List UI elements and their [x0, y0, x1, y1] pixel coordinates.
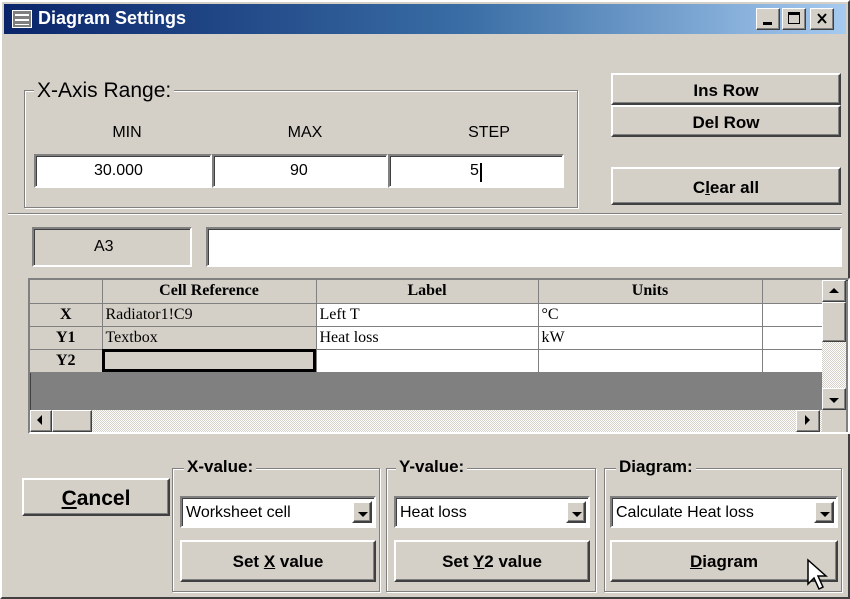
- step-label: STEP: [468, 124, 510, 141]
- grid-header-row: Cell Reference Label Units: [30, 280, 823, 304]
- corner-cell: [30, 280, 103, 304]
- grid-cell[interactable]: [762, 326, 823, 350]
- diagram-dropdown-button[interactable]: [814, 501, 834, 523]
- x-axis-range-group: [24, 90, 578, 208]
- column-header[interactable]: Cell Reference: [102, 280, 317, 304]
- minimize-button[interactable]: [756, 8, 780, 30]
- clear-all-button[interactable]: Clear all: [611, 167, 841, 205]
- grid-cell[interactable]: Left T: [316, 303, 539, 327]
- x-value-dropdown-button[interactable]: [352, 501, 372, 523]
- grid-cell[interactable]: Heat loss: [316, 326, 539, 350]
- section-divider: [8, 213, 842, 215]
- del-row-button[interactable]: Del Row: [611, 105, 841, 137]
- grid-table: Cell Reference Label Units X Radiator1!C…: [30, 280, 823, 373]
- cell-name-box: A3: [32, 227, 192, 267]
- min-label: MIN: [112, 124, 142, 141]
- arrow-down-icon: [829, 398, 839, 403]
- step-input[interactable]: 5: [388, 154, 564, 188]
- window-title: Diagram Settings: [38, 8, 187, 28]
- column-header[interactable]: Label: [316, 280, 539, 304]
- grid-cell[interactable]: °C: [538, 303, 763, 327]
- horizontal-scroll-thumb[interactable]: [52, 410, 92, 432]
- grid-cell[interactable]: [762, 349, 823, 373]
- arrow-left-icon: [37, 415, 42, 425]
- scroll-left-button[interactable]: [30, 410, 52, 432]
- maximize-icon: [788, 12, 800, 24]
- x-value-select[interactable]: Worksheet cell: [180, 496, 376, 528]
- max-label: MAX: [287, 124, 323, 141]
- chevron-down-icon: [572, 512, 582, 517]
- scroll-right-button[interactable]: [796, 410, 820, 432]
- vertical-scroll-thumb[interactable]: [822, 302, 846, 342]
- cell-content-input[interactable]: [206, 227, 842, 267]
- close-button[interactable]: [810, 8, 834, 30]
- data-grid: Cell Reference Label Units X Radiator1!C…: [28, 278, 850, 434]
- y-value-dropdown-button[interactable]: [566, 501, 586, 523]
- scrollbar-corner: [822, 410, 846, 432]
- max-input[interactable]: 90: [212, 154, 388, 188]
- diagram-label: Diagram:: [616, 457, 696, 477]
- grid-cell[interactable]: Radiator1!C9: [102, 303, 317, 327]
- row-header[interactable]: Y1: [30, 326, 103, 350]
- column-header-empty: [762, 280, 823, 304]
- y-value-label: Y-value:: [396, 457, 468, 477]
- arrow-right-icon: [805, 415, 810, 425]
- grid-cell[interactable]: kW: [538, 326, 763, 350]
- diagram-select[interactable]: Calculate Heat loss: [610, 496, 838, 528]
- y-value-select[interactable]: Heat loss: [394, 496, 590, 528]
- grid-cell[interactable]: [316, 349, 539, 373]
- maximize-button[interactable]: [782, 8, 806, 30]
- grid-cell[interactable]: [762, 303, 823, 327]
- table-row: X Radiator1!C9 Left T °C: [30, 303, 823, 327]
- vertical-scrollbar[interactable]: [822, 280, 846, 410]
- cancel-button[interactable]: Cancel: [22, 478, 170, 516]
- active-grid-cell[interactable]: [102, 349, 317, 373]
- mouse-cursor-icon: [807, 558, 828, 591]
- row-header[interactable]: Y2: [30, 349, 103, 373]
- row-header[interactable]: X: [30, 303, 103, 327]
- close-icon: [817, 13, 827, 24]
- x-axis-range-label: X-Axis Range:: [34, 79, 175, 103]
- minimize-icon: [763, 22, 772, 25]
- chevron-down-icon: [820, 512, 830, 517]
- table-row: Y1 Textbox Heat loss kW: [30, 326, 823, 350]
- diagram-button[interactable]: Diagram: [610, 540, 838, 582]
- table-row: Y2: [30, 349, 823, 373]
- min-input[interactable]: 30.000: [34, 154, 212, 188]
- title-bar[interactable]: Diagram Settings: [4, 4, 846, 34]
- grid-cell[interactable]: [538, 349, 763, 373]
- diagram-app-icon: [12, 10, 32, 28]
- scroll-up-button[interactable]: [822, 280, 846, 302]
- set-x-value-button[interactable]: Set X value: [180, 540, 376, 582]
- set-y2-value-button[interactable]: Set Y2 value: [394, 540, 590, 582]
- horizontal-scrollbar[interactable]: [30, 410, 822, 432]
- column-header[interactable]: Units: [538, 280, 763, 304]
- scroll-down-button[interactable]: [822, 388, 846, 410]
- ins-row-button[interactable]: Ins Row: [611, 73, 841, 105]
- chevron-down-icon: [358, 512, 368, 517]
- arrow-up-icon: [829, 288, 839, 293]
- diagram-settings-window: Diagram Settings X-Axis Range: MIN MAX S…: [0, 0, 850, 599]
- x-value-label: X-value:: [184, 457, 257, 477]
- grid-cell[interactable]: Textbox: [102, 326, 317, 350]
- text-caret: [480, 163, 482, 182]
